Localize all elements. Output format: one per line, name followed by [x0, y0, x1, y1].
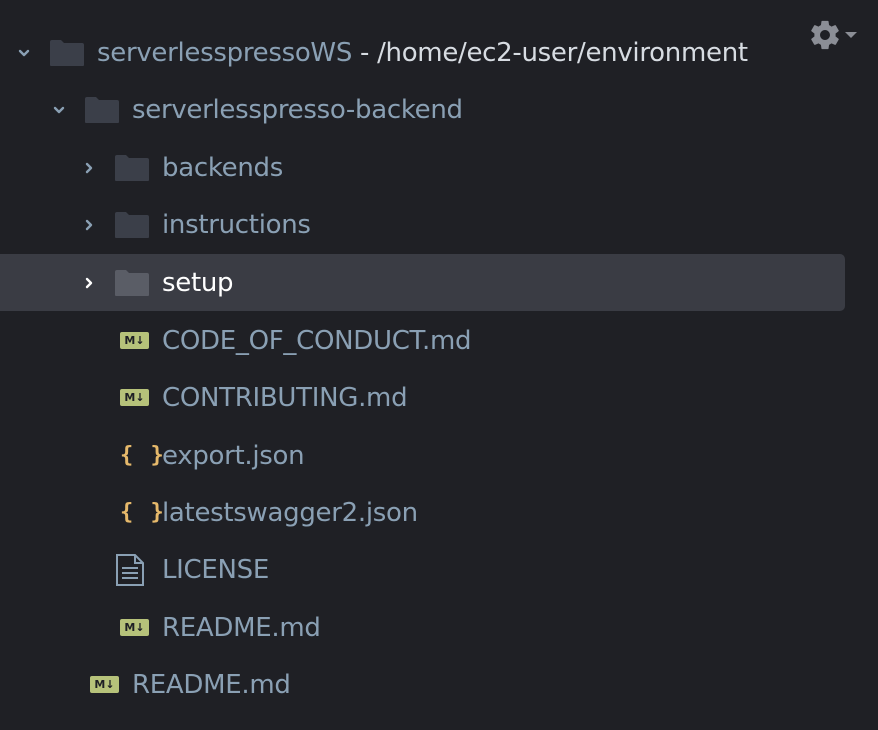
- markdown-icon: M↓: [120, 332, 149, 349]
- text-file-icon: [115, 553, 145, 587]
- markdown-icon: M↓: [120, 619, 149, 636]
- tree-item-label: LICENSE: [162, 554, 270, 585]
- markdown-icon: M↓: [120, 389, 149, 406]
- chevron-right-icon[interactable]: [81, 160, 97, 176]
- tree-item-label: serverlesspresso-backend: [132, 94, 463, 125]
- tree-root-folder[interactable]: serverlesspressoWS - /home/ec2-user/envi…: [0, 24, 845, 81]
- tree-file-export-json[interactable]: { } export.json: [0, 427, 845, 484]
- tree-file-latestswagger2-json[interactable]: { } latestswagger2.json: [0, 484, 845, 541]
- tree-file-readme-root[interactable]: M↓ README.md: [0, 656, 845, 713]
- tree-folder-serverlesspresso-backend[interactable]: serverlesspresso-backend: [0, 81, 845, 138]
- folder-icon: [84, 96, 120, 124]
- tree-item-label: CONTRIBUTING.md: [162, 382, 408, 413]
- folder-icon: [49, 39, 85, 67]
- file-tree: serverlesspressoWS - /home/ec2-user/envi…: [0, 0, 878, 730]
- folder-icon: [114, 211, 150, 239]
- chevron-right-icon[interactable]: [81, 275, 97, 291]
- tree-item-label: setup: [162, 267, 234, 298]
- tree-item-label: latestswagger2.json: [162, 497, 418, 528]
- tree-folder-instructions[interactable]: instructions: [0, 196, 845, 253]
- tree-root-label: serverlesspressoWS - /home/ec2-user/envi…: [97, 38, 748, 68]
- json-icon: { }: [120, 443, 166, 468]
- tree-file-code-of-conduct[interactable]: M↓ CODE_OF_CONDUCT.md: [0, 312, 845, 369]
- root-separator: -: [352, 37, 378, 68]
- tree-item-label: export.json: [162, 440, 305, 471]
- tree-item-label: README.md: [132, 669, 291, 700]
- markdown-badge: M↓: [120, 332, 149, 349]
- tree-folder-setup[interactable]: setup: [0, 254, 845, 311]
- tree-item-label: backends: [162, 152, 283, 183]
- markdown-icon: M↓: [90, 676, 119, 693]
- tree-file-readme-nested[interactable]: M↓ README.md: [0, 599, 845, 656]
- folder-icon: [114, 154, 150, 182]
- markdown-badge: M↓: [120, 389, 149, 406]
- chevron-right-icon[interactable]: [81, 217, 97, 233]
- workspace-name: serverlesspressoWS: [97, 37, 353, 68]
- tree-file-contributing[interactable]: M↓ CONTRIBUTING.md: [0, 369, 845, 426]
- tree-item-label: README.md: [162, 612, 321, 643]
- tree-file-license[interactable]: LICENSE: [0, 541, 845, 598]
- chevron-down-icon[interactable]: [16, 45, 32, 61]
- workspace-path: /home/ec2-user/environment: [377, 37, 748, 68]
- markdown-badge: M↓: [120, 619, 149, 636]
- markdown-badge: M↓: [90, 676, 119, 693]
- tree-item-label: instructions: [162, 209, 311, 240]
- chevron-down-icon[interactable]: [51, 102, 67, 118]
- tree-folder-backends[interactable]: backends: [0, 139, 845, 196]
- caret-down-icon: [845, 32, 857, 38]
- json-icon: { }: [120, 500, 166, 525]
- folder-icon: [114, 269, 150, 297]
- tree-item-label: CODE_OF_CONDUCT.md: [162, 325, 472, 356]
